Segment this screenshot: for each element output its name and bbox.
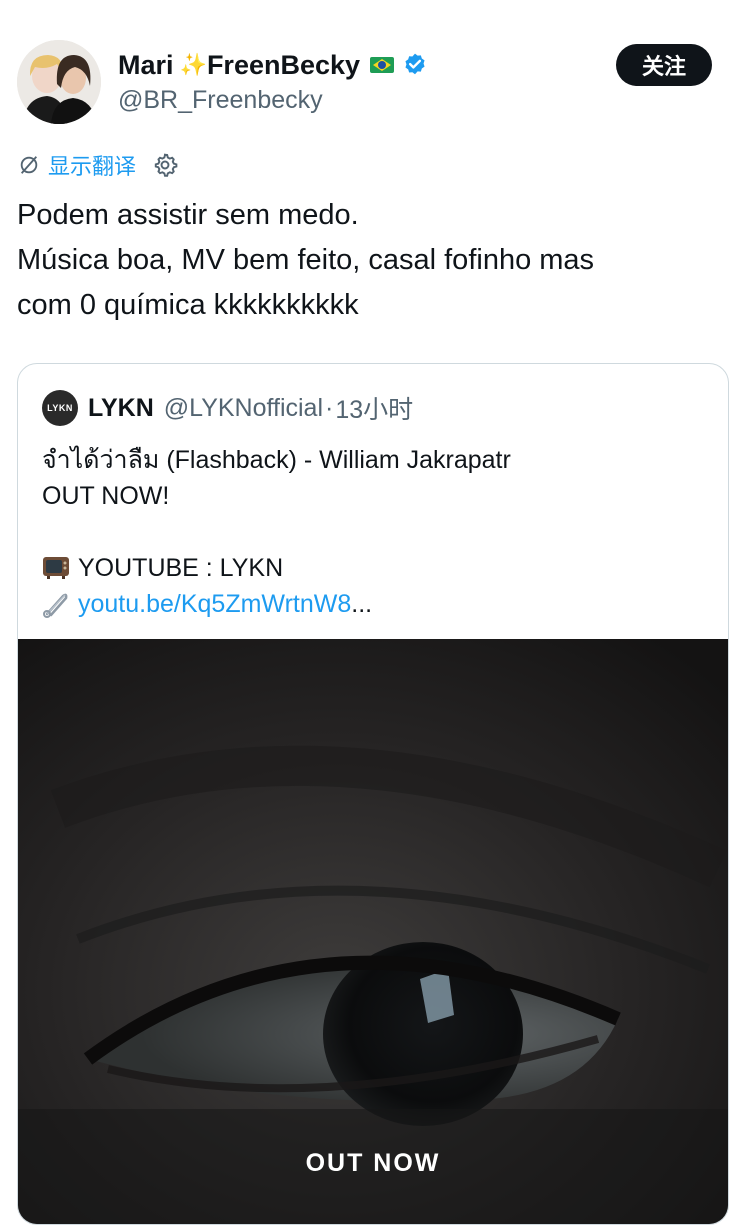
quote-line: OUT NOW! [42,482,170,510]
quote-author-handle[interactable]: @LYKNofficial [164,394,323,423]
tweet-line: com 0 química kkkkkkkkkk [17,289,359,321]
gear-icon[interactable] [152,152,178,178]
show-translation-link[interactable]: 显示翻译 [48,149,136,181]
quoted-tweet-card[interactable]: LYKN LYKN @LYKNofficial · 13小时 จำได้ว่าล… [17,363,729,1225]
television-emoji-icon [43,557,69,579]
quote-link-line: youtu.be/Kq5ZmWrtnW8 ... [42,586,712,622]
follow-button[interactable]: 关注 [616,44,712,86]
sparkles-emoji-icon: ✨ [179,52,207,77]
quote-avatar[interactable]: LYKN [42,390,78,426]
media-caption: OUT NOW [305,1149,441,1177]
author-name[interactable]: Mari ✨ FreenBecky [118,48,428,82]
tweet-text: Podem assistir sem medo. Música boa, MV … [17,193,717,328]
tweet-line: Música boa, MV bem feito, casal fofinho … [17,244,595,276]
author-handle[interactable]: @BR_Freenbecky [118,86,323,115]
quote-separator: · [325,393,334,422]
translate-off-icon [20,156,38,174]
author-name-first: Mari [118,49,174,80]
link-ellipsis: ... [351,590,373,618]
quote-line: จำได้ว่าลืม (Flashback) - William Jakrap… [42,446,511,474]
quote-youtube-line: YOUTUBE : LYKN [42,550,712,586]
tweet-line: Podem assistir sem medo. [17,199,359,231]
quote-youtube-text: YOUTUBE : LYKN [78,554,284,582]
youtube-link[interactable]: youtu.be/Kq5ZmWrtnW8 [78,586,351,622]
two-people-avatar-icon [17,40,101,124]
verified-badge-icon[interactable] [402,52,428,78]
quote-author-row: LYKN @LYKNofficial · 13小时 [88,390,413,426]
quote-media-image[interactable]: OUT NOW [18,639,728,1224]
author-name-second: FreenBecky [206,49,361,80]
quote-line-blank [42,514,712,550]
quote-timestamp[interactable]: 13小时 [335,390,413,426]
eye-closeup-image-icon [18,639,728,1224]
author-avatar[interactable] [17,40,101,124]
quote-text: จำได้ว่าลืม (Flashback) - William Jakrap… [42,442,712,622]
safety-pin-emoji-icon [43,593,68,618]
translate-row[interactable]: 显示翻译 [18,148,178,182]
quote-author-name[interactable]: LYKN [88,394,154,423]
brazil-flag-emoji-icon [370,57,395,73]
